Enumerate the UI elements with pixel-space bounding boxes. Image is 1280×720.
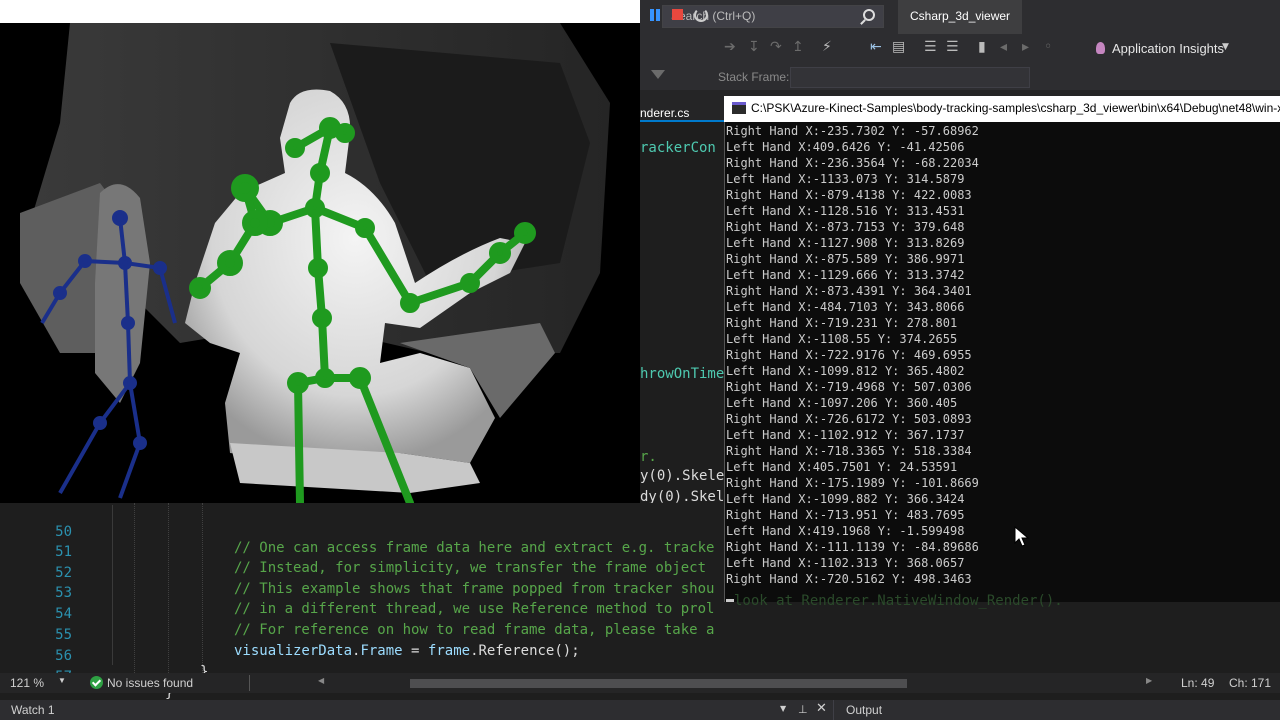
code-fragment: r. (640, 449, 657, 465)
issues-status[interactable]: No issues found (107, 676, 193, 690)
code-fragment: y(0).Skele (640, 468, 725, 484)
console-line: Left Hand X:409.6426 Y: -41.42506 (726, 140, 965, 154)
console-line: Right Hand X:-875.589 Y: 386.9971 (726, 252, 965, 266)
console-line: Left Hand X:-1097.206 Y: 360.405 (726, 396, 958, 410)
bottom-panel-bar (0, 700, 1280, 720)
zoom-level[interactable]: 121 % (10, 676, 44, 690)
watch-panel-title[interactable]: Watch 1 (11, 703, 55, 717)
console-line: Left Hand X:-1102.313 Y: 368.0657 (726, 556, 965, 570)
mouse-pointer-icon (1014, 526, 1030, 547)
stack-frame-label: Stack Frame: (718, 70, 790, 84)
code-fragment: rackerCon (640, 140, 716, 156)
bookmark-icon[interactable]: ▮ (978, 39, 992, 55)
application-insights-icon (1096, 42, 1105, 54)
chevron-down-icon[interactable]: ▼ (1222, 42, 1229, 52)
code-line: 55 visualizerData.Frame = frame.Referenc… (0, 611, 1280, 659)
check-circle-icon (90, 676, 103, 689)
code-fragment: hrowOnTime (640, 366, 725, 382)
console-line: Right Hand X:-873.4391 Y: 364.3401 (726, 284, 972, 298)
show-next-statement-icon[interactable]: ➔ (724, 39, 738, 55)
console-line: Right Hand X:-720.5162 Y: 498.3463 (726, 572, 972, 586)
console-line: Left Hand X:-484.7103 Y: 343.8066 (726, 300, 965, 314)
pin-icon[interactable]: ⊥ (798, 703, 808, 716)
step-into-icon[interactable]: ↧ (748, 39, 762, 55)
body-tracking-viewer[interactable] (0, 23, 640, 503)
text-cursor (726, 599, 734, 602)
solution-name: Csharp_3d_viewer (898, 0, 1023, 34)
outdent-icon[interactable]: ☰ (946, 39, 960, 55)
console-line: Right Hand X:-722.9176 Y: 469.6955 (726, 348, 972, 362)
console-line: Right Hand X:-111.1139 Y: -84.89686 (726, 540, 979, 554)
line-indicator: Ln: 49 (1181, 676, 1215, 690)
divider (249, 675, 250, 691)
console-line: Left Hand X:-1133.073 Y: 314.5879 (726, 172, 965, 186)
console-line: Right Hand X:-879.4138 Y: 422.0083 (726, 188, 972, 202)
console-line: Right Hand X:-719.4968 Y: 507.0306 (726, 380, 972, 394)
viewer-title-bar[interactable] (0, 0, 640, 23)
desktop: Search (Ctrl+Q) Csharp_3d_viewer ➔ ↧ ↷ ↥… (0, 0, 1280, 720)
chevron-down-icon[interactable]: ▼ (780, 704, 786, 713)
console-line: Right Hand X:-726.6172 Y: 503.0893 (726, 412, 972, 426)
step-out-icon[interactable]: ↥ (792, 39, 806, 55)
step-over-icon[interactable]: ↷ (770, 39, 784, 55)
console-line: Right Hand X:-713.951 Y: 483.7695 (726, 508, 965, 522)
scrollbar-thumb[interactable] (410, 679, 907, 688)
clear-bookmarks-icon[interactable]: ◦ (1044, 39, 1058, 55)
console-line: Left Hand X:-1102.912 Y: 367.1737 (726, 428, 965, 442)
console-line: Left Hand X:-1127.908 Y: 313.8269 (726, 236, 965, 250)
console-line: Left Hand X:-1099.882 Y: 366.3424 (726, 492, 965, 506)
output-panel-title[interactable]: Output (846, 703, 882, 717)
close-icon[interactable]: ✕ (816, 701, 827, 716)
console-line: Right Hand X:-175.1989 Y: -101.8669 (726, 476, 979, 490)
console-line: Right Hand X:-235.7302 Y: -57.68962 (726, 124, 979, 138)
console-line: Left Hand X:-1128.516 Y: 313.4531 (726, 204, 965, 218)
depth-scene (20, 23, 610, 503)
chevron-down-icon[interactable]: ▼ (58, 676, 66, 685)
code-line: 56 } (0, 632, 1280, 680)
console-icon (732, 102, 746, 114)
stack-frame-select[interactable] (790, 67, 1030, 88)
column-indicator: Ch: 171 (1229, 676, 1272, 690)
console-line: Right Hand X:-719.231 Y: 278.801 (726, 316, 958, 330)
threads-icon[interactable]: ▤ (892, 39, 906, 55)
application-insights-button[interactable]: Application Insights (1112, 41, 1224, 56)
tab-renderer-cs[interactable]: nderer.cs (640, 100, 730, 122)
stop-icon[interactable] (671, 8, 685, 22)
restart-icon[interactable] (694, 8, 708, 22)
filter-icon[interactable] (651, 70, 665, 79)
search-icon[interactable] (863, 9, 875, 21)
console-line: Left Hand X:419.1968 Y: -1.599498 (726, 524, 965, 538)
scroll-right-icon[interactable]: ▶ (1146, 676, 1152, 685)
console-line: Left Hand X:405.7501 Y: 24.53591 (726, 460, 958, 474)
divider (833, 700, 834, 720)
console-title: C:\PSK\Azure-Kinect-Samples\body-trackin… (751, 101, 1280, 115)
console-line: Left Hand X:-1129.666 Y: 313.3742 (726, 268, 965, 282)
code-line: 57 } (0, 653, 1280, 701)
next-bookmark-icon[interactable]: ▸ (1022, 39, 1036, 55)
console-line: Right Hand X:-873.7153 Y: 379.648 (726, 220, 965, 234)
console-line: Left Hand X:-1108.55 Y: 374.2655 (726, 332, 958, 346)
scroll-left-icon[interactable]: ◀ (318, 676, 324, 685)
pause-icon[interactable] (649, 8, 663, 22)
hex-display-icon[interactable]: ⇤ (870, 39, 884, 55)
code-comment-overflow: look at Renderer.NativeWindow_Render(). (734, 593, 1063, 609)
hot-reload-icon[interactable]: ⚡ (822, 39, 836, 55)
indent-icon[interactable]: ☰ (924, 39, 938, 55)
prev-bookmark-icon[interactable]: ◂ (1000, 39, 1014, 55)
console-line: Right Hand X:-718.3365 Y: 518.3384 (726, 444, 972, 458)
console-line: Left Hand X:-1099.812 Y: 365.4802 (726, 364, 965, 378)
status-bar: 121 % ▼ No issues found ◀ ▶ Ln: 49 Ch: 1… (0, 673, 1280, 693)
console-line: Right Hand X:-236.3564 Y: -68.22034 (726, 156, 979, 170)
